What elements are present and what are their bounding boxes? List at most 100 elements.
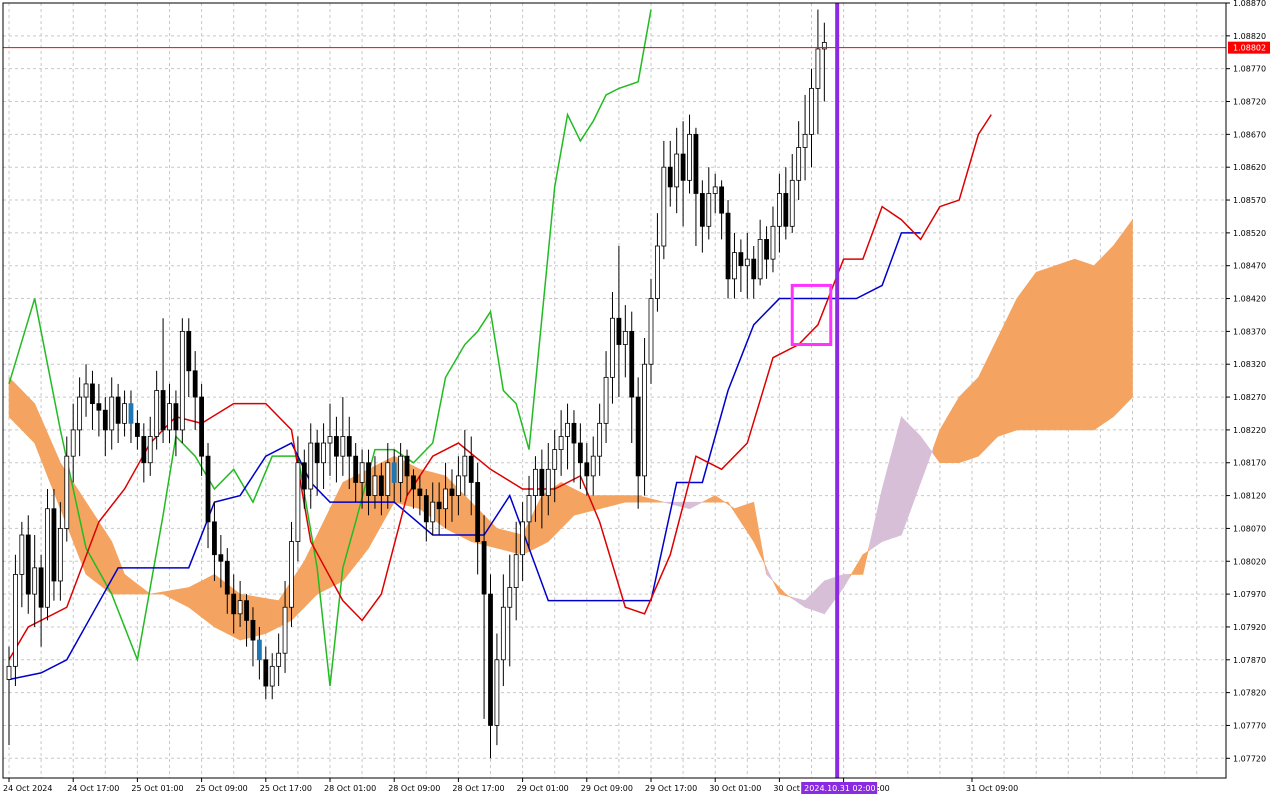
y-tick-label: 1.08720: [1233, 98, 1266, 107]
cloud-segment-bullish: [702, 498, 710, 503]
y-tick-label: 1.08520: [1233, 229, 1266, 238]
candle-bearish: [134, 422, 140, 437]
cloud-segment-bullish: [271, 599, 279, 631]
candle-bearish: [468, 455, 474, 483]
cloud-segment-bearish: [804, 593, 812, 610]
candle-bearish: [584, 462, 590, 477]
candle-bearish: [192, 370, 198, 398]
candle-bearish: [488, 593, 493, 726]
y-tick-label: 1.07870: [1233, 656, 1266, 665]
cloud-segment-bearish: [663, 501, 671, 505]
candle-bearish: [417, 488, 423, 496]
candle-bearish: [250, 619, 256, 641]
candle-bullish: [443, 488, 448, 510]
candle-bullish: [57, 528, 63, 582]
cloud-segment-bullish: [862, 545, 870, 575]
candle-bullish: [796, 147, 802, 181]
candle-bullish: [109, 396, 115, 431]
y-tick-label: 1.07720: [1233, 754, 1266, 763]
cloud-segment-bullish: [1106, 245, 1114, 422]
candle-bullish: [648, 298, 654, 365]
candle-bearish: [423, 495, 429, 523]
candle-bullish: [597, 422, 603, 457]
candle-bullish: [687, 133, 692, 181]
candle-bullish: [809, 87, 814, 135]
candle-bearish: [378, 475, 384, 496]
cloud-segment-bullish: [509, 531, 517, 554]
cloud-segment-bullish: [535, 495, 543, 549]
candle-bullish: [603, 376, 609, 424]
candle-bullish: [789, 179, 795, 227]
cloud-segment-bullish: [111, 541, 119, 595]
y-tick-label: 1.08570: [1233, 196, 1266, 205]
candle-bullish: [494, 659, 500, 726]
x-tick-label: 28 Oct 09:00: [388, 784, 440, 793]
candle-bearish: [199, 396, 205, 457]
candle-bearish: [102, 409, 108, 431]
y-tick-label: 1.07820: [1233, 689, 1266, 698]
y-tick-label: 1.08870: [1233, 0, 1266, 8]
cloud-segment-bullish: [1087, 263, 1095, 431]
y-tick-label: 1.08220: [1233, 426, 1266, 435]
candle-bullish: [6, 665, 12, 680]
candle-bullish: [558, 436, 564, 451]
candle-bullish: [590, 455, 596, 477]
x-tick-label: 24 Oct 17:00: [67, 784, 119, 793]
candle-bullish: [462, 455, 468, 477]
cloud-segment-bullish: [374, 462, 382, 538]
candle-bullish: [674, 153, 680, 188]
cloud-segment-bearish: [824, 578, 832, 615]
cloud-segment-bullish: [573, 488, 581, 516]
cloud-segment-bullish: [1080, 260, 1088, 431]
candle-bullish: [622, 330, 628, 345]
candle-bearish: [160, 390, 166, 431]
cloud-segment-bullish: [721, 499, 729, 505]
candle-bullish: [237, 600, 243, 615]
candle-bullish: [526, 495, 532, 523]
cloud-segment-bullish: [939, 417, 947, 464]
candle-bearish: [751, 258, 757, 280]
candle-bearish: [629, 330, 635, 398]
candle-bearish: [738, 252, 744, 267]
candle-bullish: [122, 403, 127, 424]
cloud-segment-bullish: [15, 383, 23, 431]
candle-bearish: [449, 488, 455, 496]
candle-bullish: [777, 193, 782, 227]
cloud-segment-bullish: [990, 337, 998, 444]
ichimoku-chart[interactable]: 1.08870 1.08820 1.08770 1.08720 1.08670 1.086…: [0, 0, 1280, 800]
cloud-segment-bearish: [811, 586, 819, 613]
cloud-segment-bearish: [926, 444, 934, 466]
cloud-segment-bearish: [791, 596, 799, 604]
candle-bullish: [430, 501, 436, 523]
candle-bearish: [346, 436, 352, 457]
cloud-segment-bullish: [580, 491, 588, 515]
cloud-segment-bullish: [265, 598, 273, 634]
cloud-segment-bearish: [894, 416, 902, 538]
y-tick-label: 1.08120: [1233, 492, 1266, 501]
cloud-segment-bullish: [458, 488, 466, 539]
cloud-segment-bullish: [997, 324, 1005, 437]
cloud-segment-bullish: [1048, 265, 1056, 431]
candle-bearish: [366, 462, 371, 496]
candle-bearish: [680, 153, 686, 181]
y-tick-label: 1.08270: [1233, 393, 1266, 402]
cloud-segment-bullish: [657, 500, 664, 503]
x-tick-label: 25 Oct 01:00: [131, 784, 183, 793]
candle-bearish: [301, 462, 307, 490]
cloud-segment-bullish: [124, 573, 132, 595]
cloud-segment-bullish: [34, 403, 42, 460]
current-price-label: 1.08802: [1233, 44, 1266, 53]
candle-bullish: [706, 193, 712, 227]
cloud-segment-bullish: [946, 406, 954, 464]
cloud-segment-bullish: [1074, 258, 1082, 431]
cloud-segment-bullish: [971, 376, 979, 459]
chart-canvas[interactable]: 1.08870 1.08820 1.08770 1.08720 1.08670 1.086…: [0, 0, 1280, 800]
cloud-segment-bearish: [689, 501, 697, 510]
candle-bullish: [295, 462, 301, 542]
candle-bullish: [269, 665, 275, 687]
candle-bullish: [70, 429, 76, 457]
candle-bullish: [147, 436, 153, 464]
candle-bullish: [372, 475, 378, 496]
cloud-segment-bearish: [875, 488, 883, 547]
candle-bearish: [719, 186, 725, 214]
